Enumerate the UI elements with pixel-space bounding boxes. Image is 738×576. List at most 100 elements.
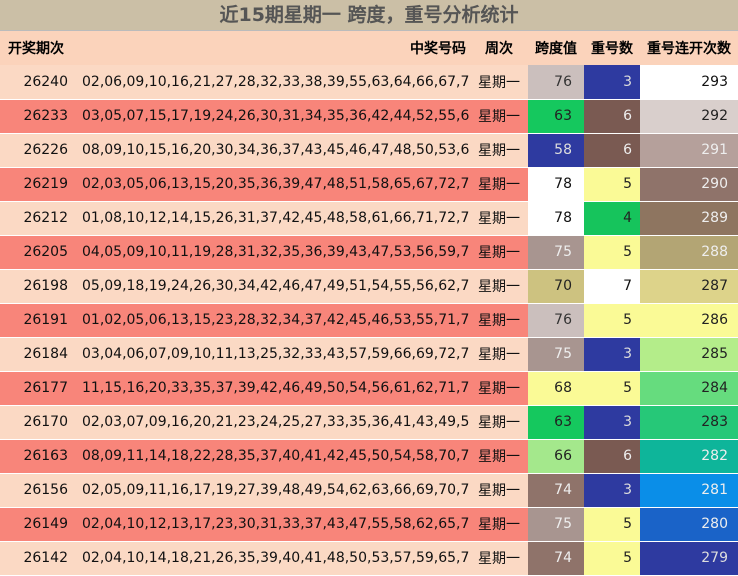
header-weekday: 周次 xyxy=(485,41,513,57)
header-span: 跨度值 xyxy=(535,41,577,57)
header-numbers: 中奖号码 xyxy=(410,41,466,57)
weekday-cell: 星期一 xyxy=(470,337,528,372)
issue-cell: 26191 xyxy=(0,303,74,338)
issue-cell: 26205 xyxy=(0,235,74,270)
numbers-cell: 08,09,11,14,18,22,28,35,37,40,41,42,45,5… xyxy=(74,439,470,474)
span-cell: 78 xyxy=(528,167,584,202)
numbers-cell: 02,04,10,12,13,17,23,30,31,33,37,43,47,5… xyxy=(74,507,470,542)
numbers-cell: 01,08,10,12,14,15,26,31,37,42,45,48,58,6… xyxy=(74,201,470,236)
weekday-cell: 星期一 xyxy=(470,473,528,508)
numbers-cell: 01,02,05,06,13,15,23,28,32,34,37,42,45,4… xyxy=(74,303,470,338)
table-row: 26240 02,06,09,10,16,21,27,28,32,33,38,39… xyxy=(0,65,738,100)
issue-cell: 26219 xyxy=(0,167,74,202)
repeat-cell: 5 xyxy=(584,167,640,202)
weekday-cell: 星期一 xyxy=(470,167,528,202)
page-title: 近15期星期一 跨度，重号分析统计 xyxy=(0,0,738,31)
issue-cell: 26177 xyxy=(0,371,74,406)
repeat-count-cell: 288 xyxy=(640,235,738,270)
weekday-cell: 星期一 xyxy=(470,99,528,134)
issue-cell: 26198 xyxy=(0,269,74,304)
weekday-cell: 星期一 xyxy=(470,371,528,406)
header-issue: 开奖期次 xyxy=(8,41,64,57)
repeat-count-cell: 286 xyxy=(640,303,738,338)
issue-cell: 26233 xyxy=(0,99,74,134)
repeat-cell: 3 xyxy=(584,65,640,100)
weekday-cell: 星期一 xyxy=(470,541,528,576)
table-row: 26233 03,05,07,15,17,19,24,26,30,31,34,35… xyxy=(0,99,738,134)
issue-cell: 26226 xyxy=(0,133,74,168)
header-repeat-count: 重号连开次数 xyxy=(647,41,731,57)
span-cell: 66 xyxy=(528,439,584,474)
table-row: 26198 05,09,18,19,24,26,30,34,42,46,47,49… xyxy=(0,269,738,304)
numbers-cell: 05,09,18,19,24,26,30,34,42,46,47,49,51,5… xyxy=(74,269,470,304)
span-cell: 58 xyxy=(528,133,584,168)
repeat-count-cell: 285 xyxy=(640,337,738,372)
issue-cell: 26142 xyxy=(0,541,74,576)
table-row: 26177 11,15,16,20,33,35,37,39,42,46,49,50… xyxy=(0,371,738,406)
table-row: 26142 02,04,10,14,18,21,26,35,39,40,41,48… xyxy=(0,541,738,576)
weekday-cell: 星期一 xyxy=(470,269,528,304)
weekday-cell: 星期一 xyxy=(470,201,528,236)
span-cell: 75 xyxy=(528,507,584,542)
numbers-cell: 02,06,09,10,16,21,27,28,32,33,38,39,55,6… xyxy=(74,65,470,100)
repeat-cell: 6 xyxy=(584,133,640,168)
repeat-cell: 3 xyxy=(584,473,640,508)
stats-table: 开奖期次 中奖号码 周次 跨度值 重号数 重号连开次数 26240 02,06,0… xyxy=(0,31,738,576)
weekday-cell: 星期一 xyxy=(470,405,528,440)
weekday-cell: 星期一 xyxy=(470,439,528,474)
table-row: 26163 08,09,11,14,18,22,28,35,37,40,41,42… xyxy=(0,439,738,474)
numbers-cell: 02,03,05,06,13,15,20,35,36,39,47,48,51,5… xyxy=(74,167,470,202)
issue-cell: 26156 xyxy=(0,473,74,508)
issue-cell: 26163 xyxy=(0,439,74,474)
weekday-cell: 星期一 xyxy=(470,235,528,270)
repeat-count-cell: 292 xyxy=(640,99,738,134)
numbers-cell: 02,03,07,09,16,20,21,23,24,25,27,33,35,3… xyxy=(74,405,470,440)
repeat-count-cell: 280 xyxy=(640,507,738,542)
numbers-cell: 04,05,09,10,11,19,28,31,32,35,36,39,43,4… xyxy=(74,235,470,270)
repeat-count-cell: 281 xyxy=(640,473,738,508)
span-cell: 70 xyxy=(528,269,584,304)
repeat-count-cell: 290 xyxy=(640,167,738,202)
table-row: 26184 03,04,06,07,09,10,11,13,25,32,33,43… xyxy=(0,337,738,372)
numbers-cell: 03,04,06,07,09,10,11,13,25,32,33,43,57,5… xyxy=(74,337,470,372)
table-row: 26205 04,05,09,10,11,19,28,31,32,35,36,39… xyxy=(0,235,738,270)
table-row: 26212 01,08,10,12,14,15,26,31,37,42,45,48… xyxy=(0,201,738,236)
table-row: 26226 08,09,10,15,16,20,30,34,36,37,43,45… xyxy=(0,133,738,168)
weekday-cell: 星期一 xyxy=(470,507,528,542)
table-row: 26149 02,04,10,12,13,17,23,30,31,33,37,43… xyxy=(0,507,738,542)
issue-cell: 26184 xyxy=(0,337,74,372)
span-cell: 75 xyxy=(528,235,584,270)
issue-cell: 26149 xyxy=(0,507,74,542)
issue-cell: 26170 xyxy=(0,405,74,440)
weekday-cell: 星期一 xyxy=(470,303,528,338)
repeat-cell: 3 xyxy=(584,405,640,440)
repeat-cell: 5 xyxy=(584,507,640,542)
numbers-cell: 02,05,09,11,16,17,19,27,39,48,49,54,62,6… xyxy=(74,473,470,508)
repeat-cell: 6 xyxy=(584,439,640,474)
repeat-cell: 5 xyxy=(584,541,640,576)
table-row: 26191 01,02,05,06,13,15,23,28,32,34,37,42… xyxy=(0,303,738,338)
numbers-cell: 03,05,07,15,17,19,24,26,30,31,34,35,36,4… xyxy=(74,99,470,134)
repeat-count-cell: 287 xyxy=(640,269,738,304)
numbers-cell: 08,09,10,15,16,20,30,34,36,37,43,45,46,4… xyxy=(74,133,470,168)
repeat-cell: 5 xyxy=(584,235,640,270)
span-cell: 76 xyxy=(528,303,584,338)
header-row: 开奖期次 中奖号码 周次 跨度值 重号数 重号连开次数 xyxy=(0,31,738,65)
span-cell: 78 xyxy=(528,201,584,236)
repeat-count-cell: 282 xyxy=(640,439,738,474)
span-cell: 76 xyxy=(528,65,584,100)
issue-cell: 26212 xyxy=(0,201,74,236)
weekday-cell: 星期一 xyxy=(470,133,528,168)
span-cell: 68 xyxy=(528,371,584,406)
table-row: 26219 02,03,05,06,13,15,20,35,36,39,47,48… xyxy=(0,167,738,202)
repeat-cell: 6 xyxy=(584,99,640,134)
span-cell: 75 xyxy=(528,337,584,372)
repeat-count-cell: 283 xyxy=(640,405,738,440)
repeat-cell: 5 xyxy=(584,303,640,338)
table-row: 26170 02,03,07,09,16,20,21,23,24,25,27,33… xyxy=(0,405,738,440)
repeat-cell: 4 xyxy=(584,201,640,236)
repeat-count-cell: 291 xyxy=(640,133,738,168)
span-cell: 74 xyxy=(528,473,584,508)
repeat-cell: 5 xyxy=(584,371,640,406)
table-body: 26240 02,06,09,10,16,21,27,28,32,33,38,39… xyxy=(0,65,738,576)
